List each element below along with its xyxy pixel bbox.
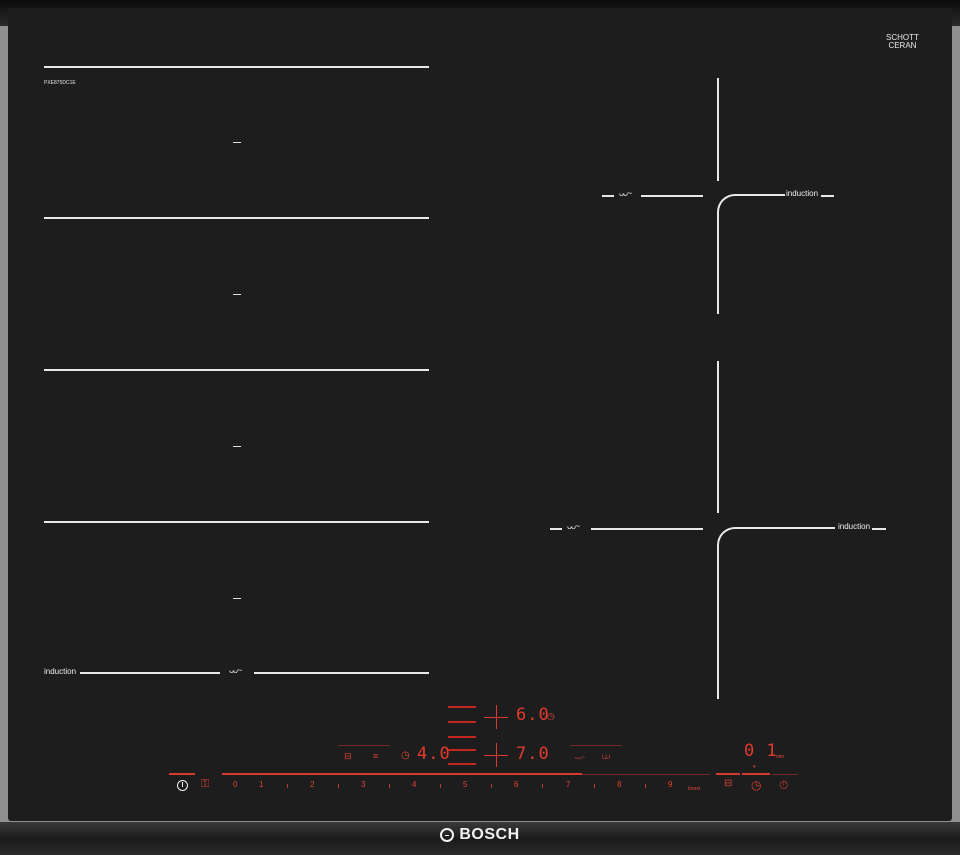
right-zone-bottom-line-right <box>872 528 886 530</box>
zone-cross-mid-v <box>496 743 497 767</box>
right-zone-bottom-corner <box>717 527 835 699</box>
flex-zone-icon[interactable]: ᴗᴗ~ <box>575 755 585 761</box>
slider-tick <box>440 784 441 788</box>
power-icon[interactable] <box>177 780 188 791</box>
right-zone-top-induction-label: induction <box>786 189 819 198</box>
zone-selector-top-1[interactable] <box>448 706 476 708</box>
right-zone-top-corner <box>717 194 785 314</box>
slider-level-4[interactable]: 4 <box>412 780 416 789</box>
left-zone-marker-1 <box>233 142 241 143</box>
right-zone-top-line-left-b <box>641 195 703 197</box>
mid-left-zone-level: 4.0 <box>417 744 451 764</box>
slider-tick <box>491 784 492 788</box>
left-zone-divider-2 <box>44 369 429 371</box>
slider-level-1[interactable]: 1 <box>259 780 263 789</box>
timer-icon[interactable]: ◷ <box>751 778 761 792</box>
zone-selector-top-2[interactable] <box>448 721 476 723</box>
slider-level-9[interactable]: 9 <box>668 780 672 789</box>
left-zone-induction-label: induction <box>44 667 77 676</box>
mid-left-timer-icon: ◷ <box>401 750 410 761</box>
slider-level-0[interactable]: 0 <box>233 780 237 789</box>
right-zone-top-line-left-a <box>602 195 614 197</box>
slider-tick <box>594 784 595 788</box>
left-zone-marker-2 <box>233 294 241 295</box>
left-control-bar <box>169 773 195 775</box>
zone-selector-mid-2[interactable] <box>448 749 476 751</box>
boost-label[interactable]: boost <box>688 786 700 792</box>
right-zone-bottom-line-left-a <box>550 528 562 530</box>
brand-name: BOSCH <box>459 826 520 843</box>
ceramic-glass-surface <box>8 8 952 821</box>
flex-zone-icon: ᴗᴗ~ <box>619 188 632 198</box>
zone-selector-mid-1[interactable] <box>448 736 476 738</box>
left-zone-marker-3 <box>233 446 241 447</box>
move-function-icon[interactable]: ⩊ <box>602 752 610 762</box>
slider-level-5[interactable]: 5 <box>463 780 467 789</box>
left-zone-marker-4 <box>233 598 241 599</box>
left-zone-divider-1 <box>44 217 429 219</box>
bosch-armature-icon <box>440 828 455 842</box>
right-control-bar-b <box>742 773 770 775</box>
right-control-bar-c <box>772 774 798 775</box>
left-zone-top-line <box>44 66 429 68</box>
mid-right-zone-level: 7.0 <box>516 744 550 764</box>
glass-logo-line2: CERAN <box>888 41 917 50</box>
flex-zone-icon: ᴗᴗ~ <box>229 665 242 675</box>
left-zone-divider-3 <box>44 521 429 523</box>
slider-tick <box>389 784 390 788</box>
power-level-slider-track-dim <box>582 774 710 775</box>
right-control-bar-a <box>716 773 740 775</box>
left-zone-bottom-line-b <box>254 672 429 674</box>
right-function-header <box>570 745 622 746</box>
glass-logo: SCHOTT CERAN <box>886 34 919 50</box>
stopwatch-icon[interactable]: ⏱ <box>779 778 788 793</box>
model-number: PXE875DC1E <box>44 80 76 86</box>
frying-sensor-icon[interactable]: ⊟ <box>724 778 732 789</box>
power-level-slider-track[interactable] <box>222 773 582 775</box>
right-zone-bottom-vertical-top <box>717 361 719 513</box>
zone-cross-top-v <box>496 705 497 729</box>
right-zone-bottom-induction-label: induction <box>838 522 871 531</box>
right-zone-top-vertical-top <box>717 78 719 181</box>
slider-level-8[interactable]: 8 <box>617 780 621 789</box>
timer-indicator: ▾ <box>753 764 756 770</box>
top-right-timer-icon: ◷ <box>547 711 555 721</box>
slider-level-6[interactable]: 6 <box>514 780 518 789</box>
slider-tick <box>287 784 288 788</box>
frying-sensor-icon[interactable]: ⊟ <box>344 751 352 762</box>
slider-tick <box>338 784 339 788</box>
slider-tick <box>645 784 646 788</box>
slider-level-7[interactable]: 7 <box>566 780 570 789</box>
slider-level-3[interactable]: 3 <box>361 780 365 789</box>
brand-logo: BOSCH <box>0 826 960 844</box>
timer-unit: min <box>776 754 785 760</box>
left-zone-bottom-line-a <box>80 672 220 674</box>
right-zone-top-line-right <box>821 195 834 197</box>
timer-display: 0 1 <box>744 741 778 761</box>
right-zone-bottom-line-left-b <box>591 528 703 530</box>
zone-selector-mid-3[interactable] <box>448 763 476 765</box>
top-right-zone-level: 6.0 <box>516 705 550 725</box>
child-lock-icon[interactable]: ⚿ <box>201 778 209 791</box>
menu-icon[interactable]: ≡ <box>373 751 378 761</box>
left-function-header <box>338 745 390 746</box>
flex-zone-icon: ᴗᴗ~ <box>567 521 580 531</box>
slider-level-2[interactable]: 2 <box>310 780 314 789</box>
slider-tick <box>542 784 543 788</box>
